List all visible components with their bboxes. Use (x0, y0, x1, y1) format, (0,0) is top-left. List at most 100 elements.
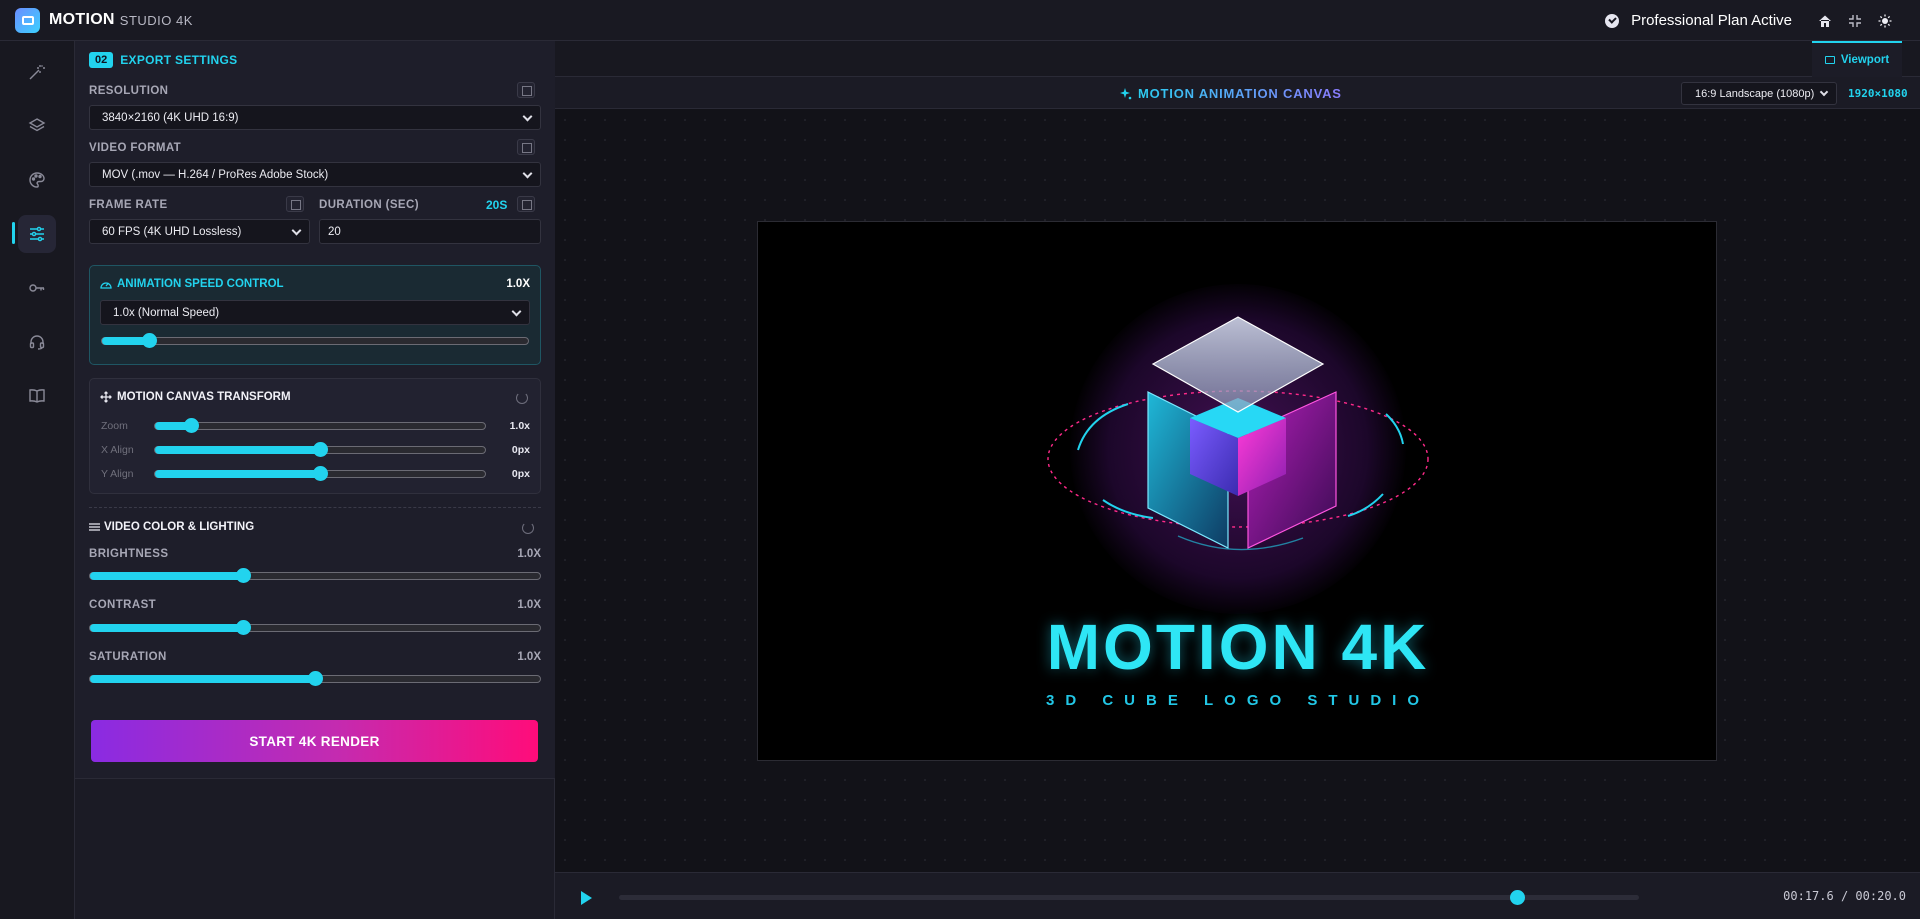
chevron-down-icon (1819, 87, 1829, 97)
rail-item-settings[interactable] (18, 215, 56, 253)
slider-handle[interactable] (236, 568, 251, 583)
fullscreen-button[interactable] (1840, 6, 1870, 36)
brightness-label: BRIGHTNESS (89, 548, 169, 560)
zoom-slider[interactable] (154, 418, 486, 433)
slider-fill (90, 572, 243, 580)
contrast-value: 1.0X (517, 599, 541, 611)
brand-subtitle: STUDIO 4K (119, 12, 193, 28)
start-render-button[interactable]: START 4K RENDER (91, 720, 538, 762)
save-icon[interactable] (517, 139, 535, 155)
save-icon[interactable] (286, 196, 304, 212)
canvas-title-text: MOTION ANIMATION CANVAS (1138, 86, 1342, 101)
duration-label: DURATION (SEC) (319, 199, 419, 211)
resolution-select[interactable]: 3840×2160 (4K UHD 16:9) (89, 105, 541, 130)
canvas-transform-card: MOTION CANVAS TRANSFORM Zoom 1.0x X Alig… (89, 378, 541, 494)
current-time: 00:17.6 (1783, 889, 1834, 903)
slider-handle[interactable] (313, 466, 328, 481)
playback-bar: 00:17.6 / 00:20.0 (555, 872, 1920, 919)
logo[interactable]: MOTION STUDIO 4K (15, 7, 193, 33)
export-settings-section: 02 EXPORT SETTINGS RESOLUTION 3840×2160 … (75, 41, 555, 779)
preview-frame[interactable]: MOTION 4K 3D CUBE LOGO STUDIO (757, 221, 1717, 761)
key-icon (29, 284, 45, 292)
duration-display: 20S (486, 198, 508, 212)
y-align-label: Y Align (101, 468, 134, 480)
slider-handle[interactable] (184, 418, 200, 433)
slider-handle[interactable] (313, 442, 328, 457)
tab-viewport[interactable]: Viewport (1812, 41, 1902, 77)
frame-rate-select[interactable]: 60 FPS (4K UHD Lossless) (89, 219, 310, 244)
canvas-title: MOTION ANIMATION CANVAS (1120, 86, 1342, 101)
x-align-slider[interactable] (154, 442, 486, 457)
rail-item-effects[interactable] (18, 53, 56, 91)
rail-item-license[interactable] (18, 269, 56, 307)
saturation-slider[interactable] (89, 671, 541, 686)
transform-card-header: MOTION CANVAS TRANSFORM (100, 391, 291, 403)
total-time: 00:20.0 (1855, 889, 1906, 903)
main-area: Viewport MOTION ANIMATION CANVAS 16:9 La… (555, 41, 1920, 919)
scrubber-handle[interactable] (1509, 890, 1525, 905)
video-format-select[interactable]: MOV (.mov — H.264 / ProRes Adobe Stock) (89, 162, 541, 187)
slider-fill (155, 446, 320, 454)
canvas-resolution: 1920×1080 (1848, 87, 1908, 100)
monitor-icon (1824, 56, 1835, 64)
layers-icon (28, 118, 46, 132)
x-align-value: 0px (511, 444, 530, 456)
x-align-label: X Align (101, 444, 134, 456)
video-format-label: VIDEO FORMAT (89, 142, 182, 154)
brightness-value: 1.0X (517, 548, 541, 560)
video-format-value: MOV (.mov — H.264 / ProRes Adobe Stock) (102, 168, 329, 181)
slider-fill (90, 675, 315, 683)
rail-item-docs[interactable] (18, 377, 56, 415)
settings-panel: 02 EXPORT SETTINGS RESOLUTION 3840×2160 … (75, 41, 555, 919)
brand-name: MOTION (49, 11, 115, 28)
y-align-value: 0px (511, 468, 530, 480)
transform-card-title: MOTION CANVAS TRANSFORM (117, 391, 291, 403)
brightness-slider[interactable] (89, 568, 541, 583)
slider-handle[interactable] (308, 671, 323, 686)
reset-icon[interactable] (522, 522, 534, 534)
slider-handle[interactable] (141, 333, 157, 348)
timeline-scrubber[interactable] (619, 890, 1639, 905)
speed-select-value: 1.0x (Normal Speed) (113, 306, 220, 319)
rail-item-layers[interactable] (18, 107, 56, 145)
slider-handle[interactable] (236, 620, 251, 635)
tool-rail (0, 41, 75, 919)
save-icon[interactable] (517, 82, 535, 98)
palette-icon (29, 172, 45, 188)
save-icon[interactable] (517, 196, 535, 212)
speed-slider[interactable] (101, 333, 529, 348)
color-lighting-title: VIDEO COLOR & LIGHTING (104, 521, 255, 533)
plan-status: Professional Plan Active (1631, 12, 1792, 29)
sun-icon (1878, 14, 1892, 27)
rail-item-support[interactable] (18, 323, 56, 361)
rail-item-palette[interactable] (18, 161, 56, 199)
section-divider (89, 507, 541, 508)
y-align-slider[interactable] (154, 466, 486, 481)
slider-fill (90, 624, 243, 632)
speed-select[interactable]: 1.0x (Normal Speed) (100, 300, 530, 325)
adjust-icon (89, 523, 100, 531)
top-bar: MOTION STUDIO 4K Professional Plan Activ… (0, 0, 1920, 41)
section-number: 02 (89, 52, 114, 68)
theme-toggle-button[interactable] (1870, 6, 1900, 36)
play-icon[interactable] (581, 891, 592, 905)
animation-speed-card: ANIMATION SPEED CONTROL 1.0X 1.0x (Norma… (89, 265, 541, 365)
contrast-slider[interactable] (89, 620, 541, 635)
chevron-down-icon (522, 111, 533, 122)
reset-icon[interactable] (516, 392, 528, 404)
chevron-down-icon (511, 306, 522, 317)
aspect-ratio-select[interactable]: 16:9 Landscape (1080p) (1681, 82, 1837, 105)
home-button[interactable] (1810, 6, 1840, 36)
aspect-ratio-value: 16:9 Landscape (1080p) (1695, 87, 1815, 100)
check-badge-icon (1605, 13, 1620, 28)
duration-input[interactable]: 20 (319, 219, 541, 244)
viewport-stage: MOTION 4K 3D CUBE LOGO STUDIO (555, 110, 1920, 872)
canvas-header: MOTION ANIMATION CANVAS 16:9 Landscape (… (555, 77, 1920, 109)
resolution-label: RESOLUTION (89, 85, 169, 97)
playback-time: 00:17.6 / 00:20.0 (1783, 889, 1906, 903)
header-actions: Professional Plan Active (1605, 0, 1900, 41)
zoom-label: Zoom (101, 420, 128, 432)
app-root: MOTION STUDIO 4K Professional Plan Activ… (0, 0, 1920, 919)
logo-title: MOTION 4K (1046, 611, 1430, 683)
view-tabs: Viewport (555, 41, 1920, 77)
